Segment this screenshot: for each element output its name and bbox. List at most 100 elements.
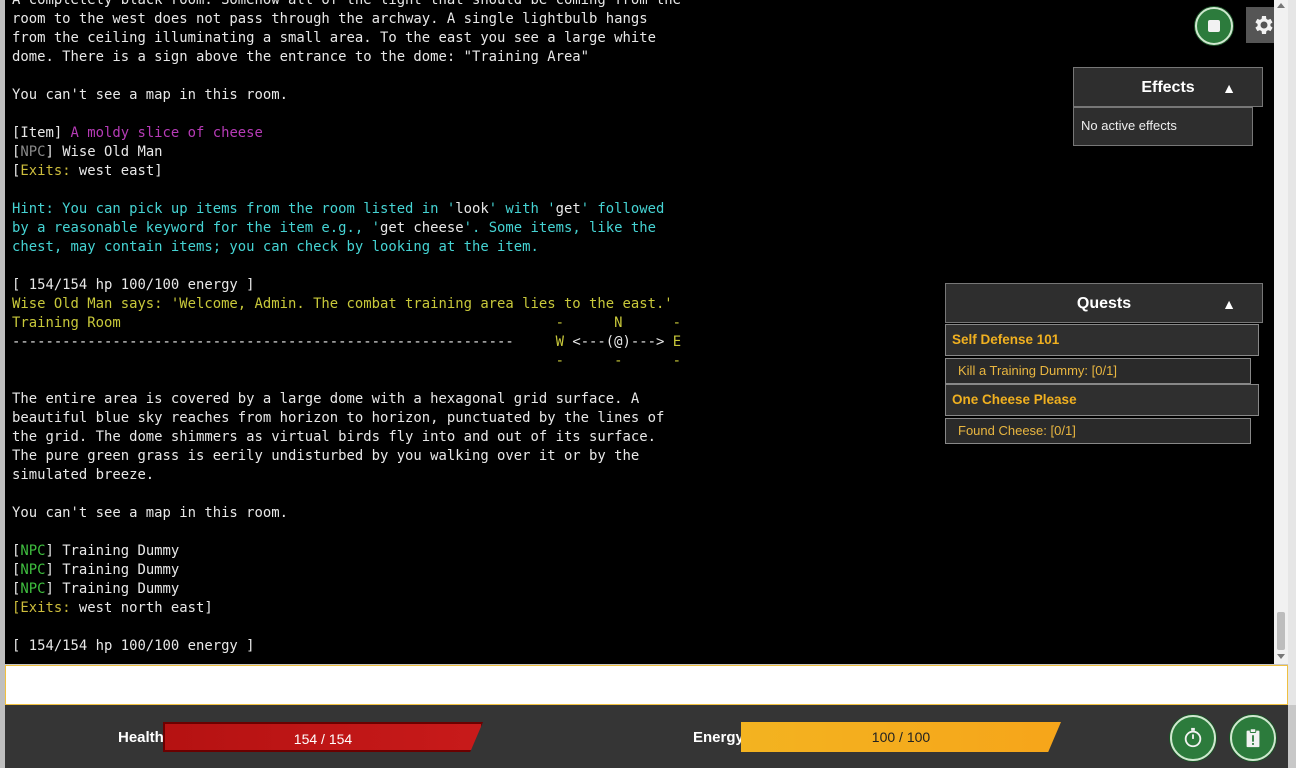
log-text: The entire area is covered by a large do… — [12, 391, 640, 407]
energy-value: 100 / 100 — [871, 729, 931, 745]
log-text: room to the west does not pass through t… — [12, 11, 648, 27]
log-line: [ 154/154 hp 100/100 energy ] — [12, 637, 712, 656]
log-line: [NPC] Training Dummy — [12, 542, 712, 561]
energy-bar: 100 / 100 — [741, 722, 1061, 752]
log-text: A completely black room. Somehow all of … — [12, 0, 682, 8]
log-line: You can't see a map in this room. — [12, 504, 712, 523]
quest-objective: Found Cheese: [0/1] — [945, 418, 1251, 444]
log-text: ] Training Dummy — [45, 543, 180, 559]
log-text: beautiful blue sky reaches from horizon … — [12, 410, 665, 426]
quests-title: Quests — [1076, 295, 1132, 312]
log-line: chest, may contain items; you can check … — [12, 238, 712, 257]
stop-button[interactable] — [1195, 7, 1233, 45]
settings-button[interactable] — [1246, 7, 1274, 43]
energy-label: Energy — [693, 729, 744, 746]
log-line: simulated breeze. — [12, 466, 712, 485]
log-line: Training Room - N - — [12, 314, 712, 333]
log-text: You can't see a map in this room. — [12, 87, 288, 103]
log-line: The pure green grass is eerily undisturb… — [12, 447, 712, 466]
log-line: You can't see a map in this room. — [12, 86, 712, 105]
quests-panel-header[interactable]: Quests ▲ — [945, 283, 1263, 323]
log-text: Exits: — [20, 163, 71, 179]
log-line: [NPC] Training Dummy — [12, 561, 712, 580]
log-text: Training Room - N - — [12, 315, 682, 331]
health-label: Health — [118, 729, 164, 746]
log-text: The pure green grass is eerily undisturb… — [12, 448, 640, 464]
log-line: by a reasonable keyword for the item e.g… — [12, 219, 712, 238]
effects-panel-header[interactable]: Effects ▲ — [1073, 67, 1263, 107]
clipboard-button[interactable] — [1230, 715, 1276, 761]
log-line: ----------------------------------------… — [12, 333, 712, 352]
timer-button[interactable] — [1170, 715, 1216, 761]
log-text: '. Some items, like the — [463, 220, 656, 236]
log-text: NPC — [20, 144, 46, 160]
log-line: the grid. The dome shimmers as virtual b… — [12, 428, 712, 447]
log-text: W — [555, 334, 564, 350]
health-value: 154 / 154 — [293, 731, 353, 747]
quest-name[interactable]: Self Defense 101 — [945, 324, 1259, 356]
log-line: beautiful blue sky reaches from horizon … — [12, 409, 712, 428]
log-line: dome. There is a sign above the entrance… — [12, 48, 712, 67]
scroll-down-icon[interactable] — [1277, 654, 1285, 659]
log-text: ] Wise Old Man — [45, 144, 163, 160]
log-text: [ 154/154 hp 100/100 energy ] — [12, 638, 255, 654]
log-text: get cheese — [379, 220, 464, 236]
quest-name[interactable]: One Cheese Please — [945, 384, 1259, 416]
log-text: A moldy slice of cheese — [70, 125, 263, 141]
stopwatch-icon — [1184, 727, 1202, 748]
log-line: A completely black room. Somehow all of … — [12, 0, 712, 10]
log-text: NPC — [20, 543, 46, 559]
log-text: - - - — [12, 353, 682, 369]
log-text: NPC — [20, 581, 46, 597]
log-text: [Item] — [12, 125, 71, 141]
log-line: [NPC] Training Dummy — [12, 580, 712, 599]
log-line: [Item] A moldy slice of cheese — [12, 124, 712, 143]
log-text: ' with ' — [488, 201, 556, 217]
effects-panel-body: No active effects — [1073, 107, 1253, 146]
collapse-icon[interactable]: ▲ — [1222, 68, 1236, 108]
log-text: simulated breeze. — [12, 467, 155, 483]
log-text: from the ceiling illuminating a small ar… — [12, 30, 656, 46]
effects-title: Effects — [1141, 79, 1195, 96]
log-text: Hint: You can pick up items from the roo… — [12, 201, 456, 217]
log-text: ----------------------------------------… — [12, 334, 556, 350]
log-text: by a reasonable keyword for the item e.g… — [12, 220, 380, 236]
terminal-output: A completely black room. Somehow all of … — [5, 0, 1274, 664]
log-text: Wise Old Man says: 'Welcome, Admin. The … — [12, 296, 673, 312]
log-line: - - - — [12, 352, 712, 371]
clipboard-icon — [1246, 728, 1260, 748]
no-effects-text: No active effects — [1081, 118, 1177, 133]
log-text: west north east] — [70, 600, 213, 616]
collapse-icon[interactable]: ▲ — [1222, 284, 1236, 324]
log-text: the grid. The dome shimmers as virtual b… — [12, 429, 656, 445]
log-line: from the ceiling illuminating a small ar… — [12, 29, 712, 48]
log-line: room to the west does not pass through t… — [12, 10, 712, 29]
log-line: [NPC] Wise Old Man — [12, 143, 712, 162]
scrollbar[interactable] — [1274, 0, 1288, 664]
log-text: dome. There is a sign above the entrance… — [12, 49, 590, 65]
log-text: Exits: — [20, 600, 71, 616]
window-edge-right — [1288, 0, 1296, 705]
log-text: <---(@)---> — [563, 334, 673, 350]
scroll-up-icon[interactable] — [1277, 3, 1285, 8]
health-bar: 154 / 154 — [163, 722, 483, 752]
command-input[interactable] — [5, 665, 1288, 705]
quest-objective: Kill a Training Dummy: [0/1] — [945, 358, 1251, 384]
log-line: Hint: You can pick up items from the roo… — [12, 200, 712, 219]
log-text: get — [555, 201, 581, 217]
stop-icon — [1208, 20, 1220, 32]
log-text: ' followed — [580, 201, 665, 217]
scroll-thumb[interactable] — [1277, 612, 1285, 650]
message-log: A completely black room. Somehow all of … — [12, 0, 712, 656]
log-text: west east] — [70, 163, 163, 179]
log-text: E — [672, 334, 682, 350]
log-line: Wise Old Man says: 'Welcome, Admin. The … — [12, 295, 712, 314]
